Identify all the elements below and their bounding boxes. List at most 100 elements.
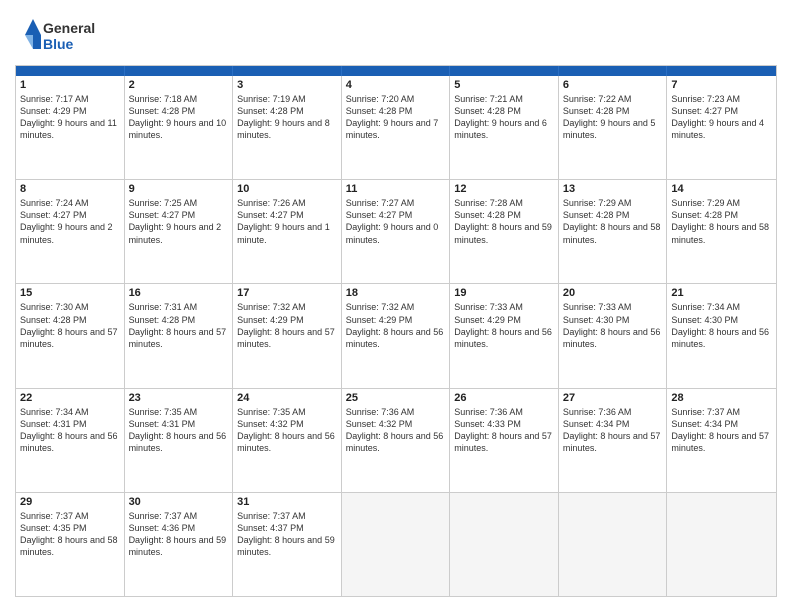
cell-info: Sunrise: 7:18 AM Sunset: 4:28 PM Dayligh… [129,93,229,142]
cell-info: Sunrise: 7:32 AM Sunset: 4:29 PM Dayligh… [346,301,446,350]
table-row: 31 Sunrise: 7:37 AM Sunset: 4:37 PM Dayl… [233,493,342,596]
cell-info: Sunrise: 7:32 AM Sunset: 4:29 PM Dayligh… [237,301,337,350]
cell-info: Sunrise: 7:24 AM Sunset: 4:27 PM Dayligh… [20,197,120,246]
day-number: 8 [20,183,120,195]
cell-info: Sunrise: 7:37 AM Sunset: 4:35 PM Dayligh… [20,510,120,559]
day-number: 25 [346,392,446,404]
header-wednesday [342,66,451,76]
week-row-5: 29 Sunrise: 7:37 AM Sunset: 4:35 PM Dayl… [16,493,776,596]
table-row: 26 Sunrise: 7:36 AM Sunset: 4:33 PM Dayl… [450,389,559,492]
table-row: 6 Sunrise: 7:22 AM Sunset: 4:28 PM Dayli… [559,76,668,179]
table-row: 15 Sunrise: 7:30 AM Sunset: 4:28 PM Dayl… [16,284,125,387]
table-row: 23 Sunrise: 7:35 AM Sunset: 4:31 PM Dayl… [125,389,234,492]
cell-info: Sunrise: 7:35 AM Sunset: 4:32 PM Dayligh… [237,406,337,455]
day-number: 7 [671,79,772,91]
day-number: 11 [346,183,446,195]
cell-info: Sunrise: 7:23 AM Sunset: 4:27 PM Dayligh… [671,93,772,142]
header-monday [125,66,234,76]
table-row: 7 Sunrise: 7:23 AM Sunset: 4:27 PM Dayli… [667,76,776,179]
table-row: 27 Sunrise: 7:36 AM Sunset: 4:34 PM Dayl… [559,389,668,492]
table-row: 12 Sunrise: 7:28 AM Sunset: 4:28 PM Dayl… [450,180,559,283]
table-row [559,493,668,596]
day-number: 29 [20,496,120,508]
logo: General Blue [15,15,105,55]
cell-info: Sunrise: 7:34 AM Sunset: 4:31 PM Dayligh… [20,406,120,455]
table-row: 24 Sunrise: 7:35 AM Sunset: 4:32 PM Dayl… [233,389,342,492]
day-number: 13 [563,183,663,195]
cell-info: Sunrise: 7:35 AM Sunset: 4:31 PM Dayligh… [129,406,229,455]
table-row: 8 Sunrise: 7:24 AM Sunset: 4:27 PM Dayli… [16,180,125,283]
day-number: 6 [563,79,663,91]
table-row: 3 Sunrise: 7:19 AM Sunset: 4:28 PM Dayli… [233,76,342,179]
cell-info: Sunrise: 7:28 AM Sunset: 4:28 PM Dayligh… [454,197,554,246]
cell-info: Sunrise: 7:19 AM Sunset: 4:28 PM Dayligh… [237,93,337,142]
logo-svg: General Blue [15,15,105,55]
cell-info: Sunrise: 7:37 AM Sunset: 4:36 PM Dayligh… [129,510,229,559]
header-saturday [667,66,776,76]
day-number: 14 [671,183,772,195]
cell-info: Sunrise: 7:26 AM Sunset: 4:27 PM Dayligh… [237,197,337,246]
week-row-3: 15 Sunrise: 7:30 AM Sunset: 4:28 PM Dayl… [16,284,776,388]
table-row: 28 Sunrise: 7:37 AM Sunset: 4:34 PM Dayl… [667,389,776,492]
table-row: 19 Sunrise: 7:33 AM Sunset: 4:29 PM Dayl… [450,284,559,387]
table-row: 25 Sunrise: 7:36 AM Sunset: 4:32 PM Dayl… [342,389,451,492]
table-row: 20 Sunrise: 7:33 AM Sunset: 4:30 PM Dayl… [559,284,668,387]
calendar-body: 1 Sunrise: 7:17 AM Sunset: 4:29 PM Dayli… [16,76,776,596]
cell-info: Sunrise: 7:34 AM Sunset: 4:30 PM Dayligh… [671,301,772,350]
day-number: 23 [129,392,229,404]
table-row [450,493,559,596]
day-number: 12 [454,183,554,195]
cell-info: Sunrise: 7:29 AM Sunset: 4:28 PM Dayligh… [563,197,663,246]
day-number: 4 [346,79,446,91]
table-row: 30 Sunrise: 7:37 AM Sunset: 4:36 PM Dayl… [125,493,234,596]
day-number: 24 [237,392,337,404]
table-row: 17 Sunrise: 7:32 AM Sunset: 4:29 PM Dayl… [233,284,342,387]
table-row: 11 Sunrise: 7:27 AM Sunset: 4:27 PM Dayl… [342,180,451,283]
cell-info: Sunrise: 7:30 AM Sunset: 4:28 PM Dayligh… [20,301,120,350]
header-tuesday [233,66,342,76]
day-number: 15 [20,287,120,299]
cell-info: Sunrise: 7:29 AM Sunset: 4:28 PM Dayligh… [671,197,772,246]
day-number: 10 [237,183,337,195]
day-number: 1 [20,79,120,91]
week-row-1: 1 Sunrise: 7:17 AM Sunset: 4:29 PM Dayli… [16,76,776,180]
table-row: 10 Sunrise: 7:26 AM Sunset: 4:27 PM Dayl… [233,180,342,283]
week-row-4: 22 Sunrise: 7:34 AM Sunset: 4:31 PM Dayl… [16,389,776,493]
day-number: 22 [20,392,120,404]
header-friday [559,66,668,76]
header-sunday [16,66,125,76]
cell-info: Sunrise: 7:36 AM Sunset: 4:34 PM Dayligh… [563,406,663,455]
day-number: 18 [346,287,446,299]
day-number: 5 [454,79,554,91]
day-number: 2 [129,79,229,91]
cell-info: Sunrise: 7:22 AM Sunset: 4:28 PM Dayligh… [563,93,663,142]
table-row: 16 Sunrise: 7:31 AM Sunset: 4:28 PM Dayl… [125,284,234,387]
table-row: 14 Sunrise: 7:29 AM Sunset: 4:28 PM Dayl… [667,180,776,283]
day-number: 20 [563,287,663,299]
table-row: 1 Sunrise: 7:17 AM Sunset: 4:29 PM Dayli… [16,76,125,179]
cell-info: Sunrise: 7:37 AM Sunset: 4:34 PM Dayligh… [671,406,772,455]
table-row: 4 Sunrise: 7:20 AM Sunset: 4:28 PM Dayli… [342,76,451,179]
table-row: 2 Sunrise: 7:18 AM Sunset: 4:28 PM Dayli… [125,76,234,179]
svg-text:Blue: Blue [43,36,74,52]
cell-info: Sunrise: 7:37 AM Sunset: 4:37 PM Dayligh… [237,510,337,559]
table-row: 21 Sunrise: 7:34 AM Sunset: 4:30 PM Dayl… [667,284,776,387]
header-thursday [450,66,559,76]
cell-info: Sunrise: 7:25 AM Sunset: 4:27 PM Dayligh… [129,197,229,246]
week-row-2: 8 Sunrise: 7:24 AM Sunset: 4:27 PM Dayli… [16,180,776,284]
cell-info: Sunrise: 7:33 AM Sunset: 4:29 PM Dayligh… [454,301,554,350]
day-number: 16 [129,287,229,299]
cell-info: Sunrise: 7:17 AM Sunset: 4:29 PM Dayligh… [20,93,120,142]
day-number: 31 [237,496,337,508]
calendar-header [16,66,776,76]
cell-info: Sunrise: 7:21 AM Sunset: 4:28 PM Dayligh… [454,93,554,142]
cell-info: Sunrise: 7:20 AM Sunset: 4:28 PM Dayligh… [346,93,446,142]
table-row: 13 Sunrise: 7:29 AM Sunset: 4:28 PM Dayl… [559,180,668,283]
cell-info: Sunrise: 7:27 AM Sunset: 4:27 PM Dayligh… [346,197,446,246]
day-number: 3 [237,79,337,91]
table-row: 5 Sunrise: 7:21 AM Sunset: 4:28 PM Dayli… [450,76,559,179]
table-row: 29 Sunrise: 7:37 AM Sunset: 4:35 PM Dayl… [16,493,125,596]
day-number: 9 [129,183,229,195]
day-number: 26 [454,392,554,404]
day-number: 30 [129,496,229,508]
